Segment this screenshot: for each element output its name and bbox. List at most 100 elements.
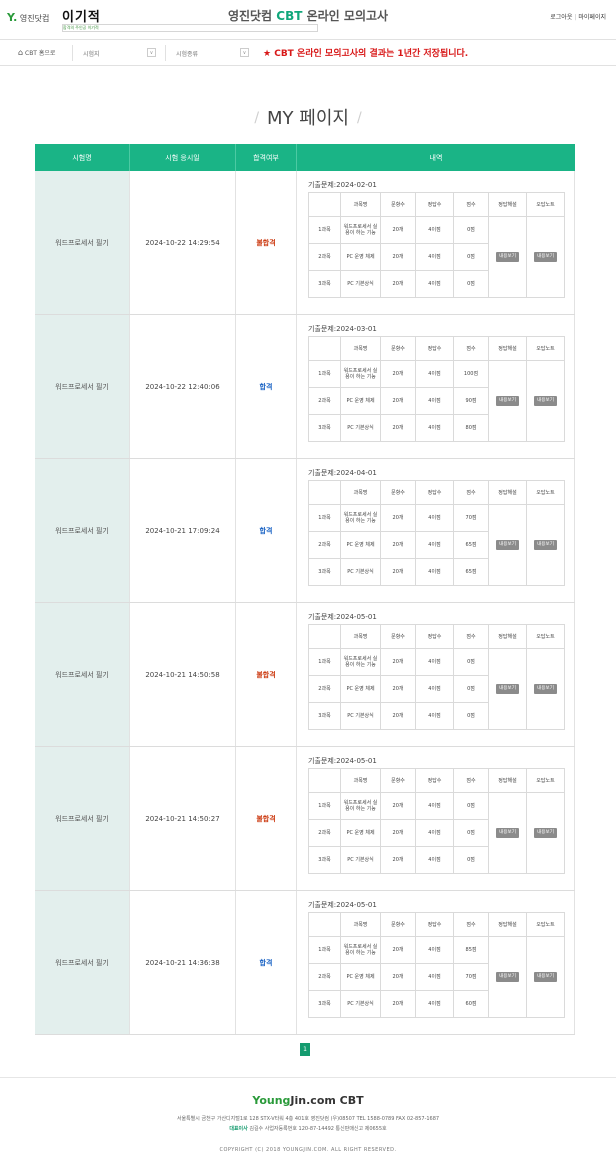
exam-select[interactable]: 시험지 ∨ [72,45,160,61]
subject-header-questions: 문항수 [380,192,416,217]
subject-header-name: 과목명 [340,336,381,361]
exam-date: 2024-10-21 14:36:38 [130,891,236,1034]
correct-count: 4이점 [415,414,454,442]
exam-date: 2024-10-21 17:09:24 [130,459,236,602]
exam-name: 워드프로세서 필기 [35,891,130,1034]
subject-title: PC 운영 체제 [340,675,381,703]
table-row: 워드프로세서 필기 2024-10-21 14:36:38 합격 기출문제:2024-… [35,891,575,1035]
exam-name: 워드프로세서 필기 [35,747,130,890]
correct-count: 4이점 [415,387,454,415]
score: 0점 [453,819,489,847]
view-wrong-note-button[interactable]: 내용보기 [534,684,557,694]
score: 85점 [453,936,489,964]
page-title: / MY 페이지 / [0,104,616,130]
view-solution-button[interactable]: 내용보기 [496,396,519,406]
result-badge: 불합격 [256,238,276,247]
score: 65점 [453,531,489,559]
view-wrong-note-button[interactable]: 내용보기 [534,540,557,550]
question-count: 20개 [380,243,416,271]
subject-number: 1과목 [308,792,341,820]
exam-name: 워드프로세서 필기 [35,459,130,602]
table-header: 시험명 시험 응시일 합격여부 내역 [35,144,575,171]
footer-logo-part2: Jin.com CBT [290,1094,364,1107]
subject-row: 1과목 워드프로세서 실용이 하는 기능 20개 4이점 100점 내용보기 내용보기 [308,360,565,442]
result-badge: 불합격 [256,814,276,823]
question-count: 20개 [380,792,416,820]
question-count: 20개 [380,504,416,532]
subject-title: PC 운영 체제 [340,531,381,559]
subject-header-correct: 정답수 [415,336,454,361]
table-row: 워드프로세서 필기 2024-10-21 14:50:58 불합격 기출문제:2024… [35,603,575,747]
subject-number: 2과목 [308,243,341,271]
result-cell: 합격 [236,315,297,458]
view-solution-button[interactable]: 내용보기 [496,828,519,838]
correct-count: 4이점 [415,675,454,703]
subject-header-name: 과목명 [340,480,381,505]
view-wrong-note-button[interactable]: 내용보기 [534,828,557,838]
page-button-current[interactable]: 1 [300,1043,310,1056]
view-wrong-note-button[interactable]: 내용보기 [534,396,557,406]
subject-header-score: 점수 [453,624,489,649]
subject-header-blank [308,624,341,649]
subject-number: 3과목 [308,702,341,730]
correct-count: 4이점 [415,531,454,559]
subject-header-score: 점수 [453,336,489,361]
correct-count: 4이점 [415,990,454,1018]
exam-type-select[interactable]: 시험종류 ∨ [165,45,253,61]
question-count: 20개 [380,819,416,847]
solution-cell: 내용보기 [488,648,527,730]
view-solution-button[interactable]: 내용보기 [496,972,519,982]
logout-link[interactable]: 로그아웃 [550,14,572,21]
subject-title: 워드프로세서 실용이 하는 기능 [340,936,381,964]
score: 70점 [453,504,489,532]
wrong-note-cell: 내용보기 [526,360,565,442]
score: 0점 [453,675,489,703]
subject-header-questions: 문항수 [380,480,416,505]
home-icon: ⌂ [18,48,24,57]
subject-header-blank [308,336,341,361]
view-solution-button[interactable]: 내용보기 [496,252,519,262]
view-wrong-note-button[interactable]: 내용보기 [534,252,557,262]
score: 0점 [453,270,489,298]
view-solution-button[interactable]: 내용보기 [496,684,519,694]
header-details: 내역 [429,153,443,162]
details-cell: 기출문제:2024-05-01 과목명 문항수 정답수 점수 정답해설 오답노트 1과목 워드프… [297,747,575,890]
subject-title: 워드프로세서 실용이 하는 기능 [340,648,381,676]
exam-source-label: 기출문제:2024-04-01 [308,469,377,477]
subject-header-blank [308,768,341,793]
score: 90점 [453,387,489,415]
correct-count: 4이점 [415,702,454,730]
home-link[interactable]: ⌂ CBT 홈으로 [18,48,55,57]
subject-title: PC 운영 체제 [340,819,381,847]
subject-number: 2과목 [308,387,341,415]
page-title-text: MY 페이지 [267,108,349,129]
subject-header-row: 과목명 문항수 정답수 점수 정답해설 오답노트 [308,192,565,217]
subject-header-wrong-note: 오답노트 [526,336,565,361]
solution-cell: 내용보기 [488,216,527,298]
subject-header-name: 과목명 [340,912,381,937]
subject-number: 1과목 [308,648,341,676]
footer-business-text: 김길수 사업자등록번호 120-87-14492 통신판매신고 제0655호 [247,1126,387,1132]
subject-row: 1과목 워드프로세서 실용이 하는 기능 20개 4이점 0점 내용보기 내용보기 [308,648,565,730]
wrong-note-cell: 내용보기 [526,216,565,298]
score: 0점 [453,702,489,730]
view-wrong-note-button[interactable]: 내용보기 [534,972,557,982]
subject-title: PC 운영 체제 [340,387,381,415]
subject-header-correct: 정답수 [415,768,454,793]
subject-number: 2과목 [308,963,341,991]
subject-number: 2과목 [308,531,341,559]
subject-title: PC 기본상식 [340,702,381,730]
subject-row: 1과목 워드프로세서 실용이 하는 기능 20개 4이점 0점 내용보기 내용보기 [308,216,565,298]
question-count: 20개 [380,963,416,991]
mypage-link[interactable]: 마이페이지 [578,14,606,21]
subject-header-row: 과목명 문항수 정답수 점수 정답해설 오답노트 [308,624,565,649]
question-count: 20개 [380,675,416,703]
header-exam-name: 시험명 [35,144,130,171]
subject-header-correct: 정답수 [415,480,454,505]
question-count: 20개 [380,990,416,1018]
view-solution-button[interactable]: 내용보기 [496,540,519,550]
header-exam-date: 시험 응시일 [130,144,236,171]
exam-date: 2024-10-21 14:50:27 [130,747,236,890]
question-count: 20개 [380,558,416,586]
subject-number: 1과목 [308,504,341,532]
